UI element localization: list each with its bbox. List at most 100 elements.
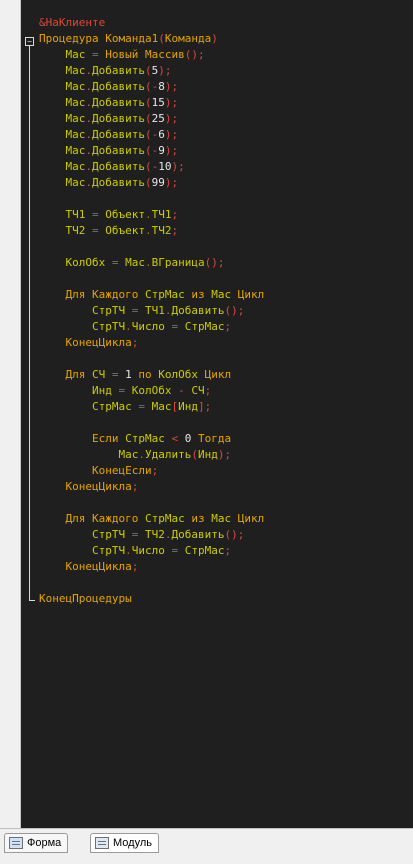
code-line[interactable]: Мас.Добавить(-9); [39, 143, 264, 159]
code-line[interactable]: Если СтрМас < 0 Тогда [39, 431, 264, 447]
code-token: = [91, 48, 99, 61]
code-token: Команда1 [105, 32, 159, 45]
code-token: ( [144, 96, 152, 109]
code-line[interactable]: КонецЦикла; [39, 479, 264, 495]
code-token: ); [164, 128, 179, 141]
code-token: ТЧ1 [138, 304, 165, 317]
code-token: Процедура [39, 32, 106, 45]
code-line[interactable]: ТЧ2 = Объект.ТЧ2; [39, 223, 264, 239]
code-token: СтрТЧ [39, 304, 132, 317]
code-line[interactable]: Мас.Удалить(Инд); [39, 447, 264, 463]
fold-toggle-procedure[interactable]: − [25, 37, 34, 46]
code-token: СтрМас [125, 432, 172, 445]
code-token: КолОбх [158, 368, 205, 381]
code-line[interactable]: КонецЕсли; [39, 463, 264, 479]
code-token: (- [144, 160, 159, 173]
code-line[interactable]: ​ [39, 191, 264, 207]
code-line[interactable]: ​ [39, 351, 264, 367]
code-token: Число [131, 320, 172, 333]
code-token: (- [144, 144, 159, 157]
code-token: Для [39, 368, 92, 381]
code-token: Добавить [91, 128, 145, 141]
code-line[interactable]: ​ [39, 575, 264, 591]
code-token: (- [144, 128, 159, 141]
code-line[interactable]: КонецЦикла; [39, 335, 264, 351]
code-line[interactable]: СтрТЧ = ТЧ2.Добавить(); [39, 527, 264, 543]
code-line[interactable]: &НаКлиенте [39, 15, 264, 31]
code-token: ); [164, 112, 179, 125]
code-line[interactable]: Для СЧ = 1 по КолОбх Цикл [39, 367, 264, 383]
code-token: Мас [39, 144, 86, 157]
code-token: ; [171, 208, 179, 221]
code-token: СтрМас [39, 400, 139, 413]
editor-tabbar: Форма Модуль [0, 828, 413, 864]
code-token: - [178, 384, 185, 397]
code-line[interactable]: Для Каждого СтрМас из Мас Цикл [39, 287, 264, 303]
code-token: Мас [211, 512, 238, 525]
code-token: . [85, 144, 92, 157]
code-line[interactable]: ​ [39, 271, 264, 287]
code-editor[interactable]: − &НаКлиенте Процедура Команда1(Команда) … [0, 0, 413, 828]
code-token: Если [39, 432, 126, 445]
code-token: Объект [98, 208, 145, 221]
code-text[interactable]: &НаКлиенте Процедура Команда1(Команда) Ма… [39, 15, 264, 607]
code-token: ( [191, 448, 198, 461]
code-line[interactable]: СтрМас = Мас[Инд]; [39, 399, 264, 415]
code-token: Удалить [144, 448, 192, 461]
code-line[interactable]: Мас.Добавить(-10); [39, 159, 264, 175]
code-line[interactable]: СтрТЧ.Число = СтрМас; [39, 319, 264, 335]
code-line[interactable]: ​ [39, 495, 264, 511]
form-icon [9, 837, 23, 849]
code-token: ; [204, 384, 212, 397]
code-line[interactable]: Мас.Добавить(25); [39, 111, 264, 127]
code-token: ); [164, 176, 179, 189]
tab-form[interactable]: Форма [4, 833, 69, 853]
code-token: . [144, 224, 152, 237]
code-line[interactable]: Мас.Добавить(5); [39, 63, 264, 79]
fold-guide-line [29, 46, 30, 600]
tab-module[interactable]: Модуль [90, 833, 159, 853]
code-line[interactable]: Мас.Добавить(99); [39, 175, 264, 191]
code-token: Объект [98, 224, 145, 237]
code-token: . [85, 112, 92, 125]
line-gutter [0, 0, 21, 828]
code-line[interactable]: Мас.Добавить(-8); [39, 79, 264, 95]
code-token: ; [171, 224, 179, 237]
code-token: . [125, 544, 132, 557]
code-line[interactable]: ​ [39, 415, 264, 431]
code-token: КонецЦикла [39, 480, 132, 493]
code-line[interactable]: ТЧ1 = Объект.ТЧ1; [39, 207, 264, 223]
code-line[interactable]: КолОбх = Мас.ВГраница(); [39, 255, 264, 271]
code-line[interactable]: КонецПроцедуры [39, 591, 264, 607]
code-token: . [138, 448, 145, 461]
code-line[interactable]: СтрТЧ.Число = СтрМас; [39, 543, 264, 559]
code-token: СтрТЧ [39, 544, 126, 557]
code-token: (); [204, 256, 225, 269]
code-line[interactable]: Процедура Команда1(Команда) [39, 31, 264, 47]
tab-form-label: Форма [27, 837, 62, 849]
code-line[interactable]: СтрТЧ = ТЧ1.Добавить(); [39, 303, 264, 319]
code-line[interactable]: Для Каждого СтрМас из Мас Цикл [39, 511, 264, 527]
code-line[interactable]: Мас.Добавить(-6); [39, 127, 264, 143]
code-token: 1 [125, 368, 132, 381]
code-token: ; [131, 480, 139, 493]
code-token: . [85, 80, 92, 93]
code-token: ); [171, 160, 185, 173]
code-token: ТЧ2 [138, 528, 165, 541]
code-token: . [85, 96, 92, 109]
code-token: ); [164, 96, 179, 109]
code-token: Мас [211, 288, 238, 301]
code-line[interactable]: КонецЦикла; [39, 559, 264, 575]
code-line[interactable]: ​ [39, 239, 264, 255]
code-token: из [191, 288, 212, 301]
code-line[interactable]: Мас = Новый Массив(); [39, 47, 264, 63]
code-token: ТЧ1 [39, 208, 92, 221]
code-token: 10 [158, 160, 172, 173]
code-token: КолОбх [125, 384, 179, 397]
code-line[interactable]: Инд = КолОбх - СЧ; [39, 383, 264, 399]
code-token: Мас [118, 256, 145, 269]
code-token: . [85, 128, 92, 141]
code-line[interactable]: Мас.Добавить(15); [39, 95, 264, 111]
code-token: СтрМас [178, 544, 225, 557]
code-token: (); [224, 304, 245, 317]
